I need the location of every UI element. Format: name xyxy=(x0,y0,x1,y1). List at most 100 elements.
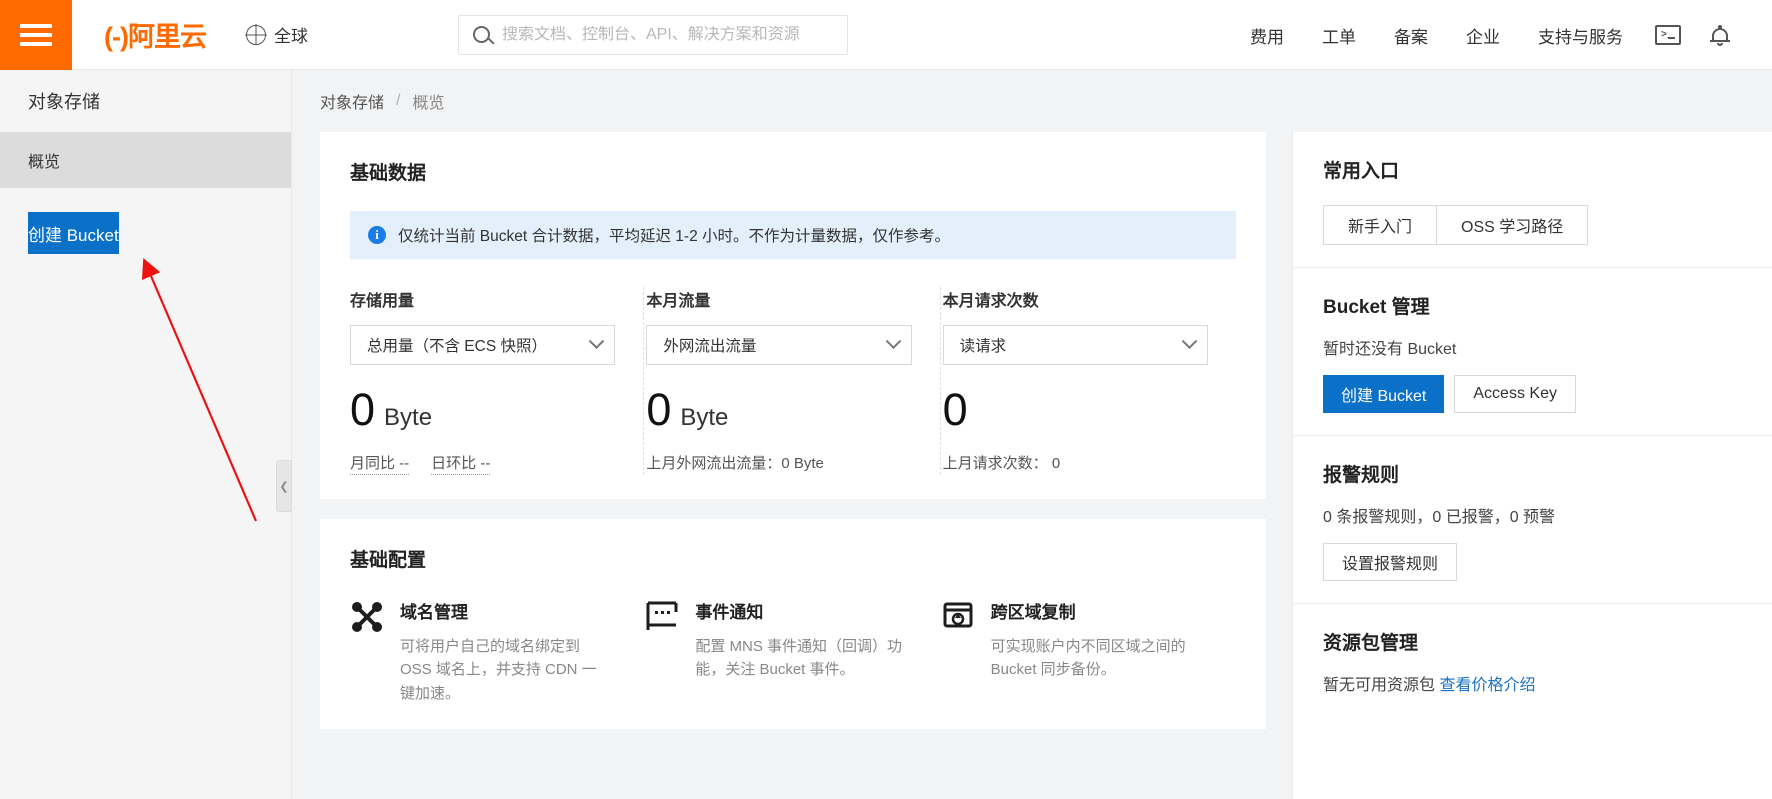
feature-desc: 配置 MNS 事件通知（回调）功能，关注 Bucket 事件。 xyxy=(695,638,902,679)
breadcrumb: 对象存储 / 概览 xyxy=(292,70,1772,132)
basic-config-title: 基础配置 xyxy=(350,550,427,571)
feature-title: 跨区域复制 xyxy=(990,603,1076,622)
alarm-rules-title: 报警规则 xyxy=(1323,465,1400,486)
stat-footnote-mom: 月同比 -- xyxy=(350,452,410,475)
event-notification-icon xyxy=(645,600,679,634)
feature-event-notification[interactable]: 事件通知 配置 MNS 事件通知（回调）功能，关注 Bucket 事件。 xyxy=(645,598,940,705)
resource-package-title: 资源包管理 xyxy=(1323,633,1419,654)
stat-number: 0 xyxy=(942,384,968,435)
breadcrumb-item-root[interactable]: 对象存储 xyxy=(320,89,384,113)
hamburger-menu-icon xyxy=(20,19,52,51)
chevron-down-icon xyxy=(885,332,901,349)
breadcrumb-item-current: 概览 xyxy=(412,95,445,112)
alarm-rules-buttons: 设置报警规则 xyxy=(1323,543,1742,581)
header-nav: 费用 工单 备案 企业 支持与服务 >_ xyxy=(1231,0,1772,70)
stats-row: 存储用量 总用量（不含 ECS 快照） 0 Byte 月同比 -- 日环比 --… xyxy=(350,287,1236,475)
stat-value-group: 0 Byte xyxy=(350,387,615,432)
resource-package-section: 资源包管理 暂无可用资源包 查看价格介绍 xyxy=(1293,604,1772,733)
stat-label: 存储用量 xyxy=(350,293,415,310)
common-entries-buttons: 新手入门 OSS 学习路径 xyxy=(1323,205,1742,245)
access-key-button[interactable]: Access Key xyxy=(1454,375,1576,413)
search-icon xyxy=(472,26,490,43)
feature-cross-region-replication[interactable]: 跨区域复制 可实现账户内不同区域之间的 Bucket 同步备份。 xyxy=(941,598,1236,705)
globe-icon xyxy=(245,24,266,45)
main-content: 对象存储 / 概览 基础数据 i 仅统计当前 Bucket 合计数据，平均延迟 … xyxy=(292,70,1772,799)
bucket-manage-buttons: 创建 Bucket Access Key xyxy=(1323,375,1742,413)
feature-row: 域名管理 可将用户自己的域名绑定到 OSS 域名上，并支持 CDN 一键加速。 xyxy=(350,598,1236,705)
region-label: 全球 xyxy=(273,27,308,46)
select-value: 读请求 xyxy=(959,338,1007,355)
nav-item-icp[interactable]: 备案 xyxy=(1375,23,1447,48)
stat-footnotes: 上月外网流出流量：0 Byte xyxy=(646,452,911,473)
stat-footnotes: 上月请求次数： 0 xyxy=(943,452,1208,473)
nav-item-enterprise[interactable]: 企业 xyxy=(1447,23,1519,48)
view-pricing-link[interactable]: 查看价格介绍 xyxy=(1439,677,1535,694)
domain-nodes-icon xyxy=(350,600,384,634)
oss-learning-path-button[interactable]: OSS 学习路径 xyxy=(1436,205,1589,245)
select-value: 总用量（不含 ECS 快照） xyxy=(367,338,547,355)
stat-label: 本月流量 xyxy=(646,293,711,310)
info-alert-banner: i 仅统计当前 Bucket 合计数据，平均延迟 1-2 小时。不作为计量数据，… xyxy=(350,211,1236,259)
basic-config-card: 基础配置 域名管理 可将用户自己的域名绑定到 OSS 域名上，并支持 CDN 一… xyxy=(320,519,1266,729)
sidebar-item-overview[interactable]: 概览 xyxy=(0,132,291,188)
feature-domain-management[interactable]: 域名管理 可将用户自己的域名绑定到 OSS 域名上，并支持 CDN 一键加速。 xyxy=(350,598,645,705)
feature-desc: 可将用户自己的域名绑定到 OSS 域名上，并支持 CDN 一键加速。 xyxy=(400,638,597,702)
stat-unit: Byte xyxy=(384,404,433,431)
stat-monthly-traffic: 本月流量 外网流出流量 0 Byte 上月外网流出流量：0 Byte xyxy=(644,287,941,475)
notification-button[interactable] xyxy=(1694,0,1746,70)
left-sidebar: 对象存储 概览 创建 Bucket ❮ xyxy=(0,70,292,799)
right-panel: 常用入口 新手入门 OSS 学习路径 Bucket 管理 暂时还没有 Bucke… xyxy=(1292,132,1772,799)
create-bucket-button-sidebar[interactable]: 创建 Bucket xyxy=(28,212,119,254)
stat-footnote-last-month: 上月请求次数： 0 xyxy=(942,455,1061,472)
chevron-down-icon xyxy=(589,332,605,349)
stat-number: 0 xyxy=(350,384,376,435)
alarm-rules-section: 报警规则 0 条报警规则，0 已报警，0 预警 设置报警规则 xyxy=(1293,436,1772,604)
search-input[interactable] xyxy=(501,25,833,44)
top-header: (-)阿里云 全球 费用 工单 备案 企业 支持与服务 >_ xyxy=(0,0,1772,70)
sidebar-collapse-handle[interactable]: ❮ xyxy=(276,460,292,512)
bucket-empty-text: 暂时还没有 Bucket xyxy=(1323,341,1457,358)
content-row: 基础数据 i 仅统计当前 Bucket 合计数据，平均延迟 1-2 小时。不作为… xyxy=(292,132,1772,799)
region-selector[interactable]: 全球 xyxy=(245,22,308,47)
cross-region-replication-icon xyxy=(941,600,975,634)
info-icon: i xyxy=(368,226,386,244)
nav-item-tickets[interactable]: 工单 xyxy=(1303,23,1375,48)
chevron-left-icon: ❮ xyxy=(279,480,289,493)
hamburger-menu-button[interactable] xyxy=(0,0,72,70)
terminal-console-button[interactable]: >_ xyxy=(1642,0,1694,70)
alarm-rules-summary: 0 条报警规则，0 已报警，0 预警 xyxy=(1323,509,1556,526)
common-entries-title: 常用入口 xyxy=(1323,161,1400,182)
feature-desc: 可实现账户内不同区域之间的 Bucket 同步备份。 xyxy=(990,638,1186,679)
traffic-type-select[interactable]: 外网流出流量 xyxy=(646,325,912,365)
terminal-console-icon: >_ xyxy=(1655,25,1681,45)
basic-data-title: 基础数据 xyxy=(350,163,427,184)
resource-package-text: 暂无可用资源包 查看价格介绍 xyxy=(1323,671,1742,695)
set-alarm-rules-button[interactable]: 设置报警规则 xyxy=(1323,543,1458,581)
basic-data-card: 基础数据 i 仅统计当前 Bucket 合计数据，平均延迟 1-2 小时。不作为… xyxy=(320,132,1266,499)
content-main-column: 基础数据 i 仅统计当前 Bucket 合计数据，平均延迟 1-2 小时。不作为… xyxy=(292,132,1292,799)
stat-footnote-dod: 日环比 -- xyxy=(431,452,491,475)
stat-storage-usage: 存储用量 总用量（不含 ECS 快照） 0 Byte 月同比 -- 日环比 -- xyxy=(350,287,645,475)
request-type-select[interactable]: 读请求 xyxy=(942,325,1208,365)
stat-unit: Byte xyxy=(680,404,729,431)
sidebar-item-label: 概览 xyxy=(28,154,61,171)
page-body: 对象存储 概览 创建 Bucket ❮ 对象存储 / 概览 基础数据 i 仅统计… xyxy=(0,70,1772,799)
stat-value-group: 0 Byte xyxy=(646,387,911,432)
feature-title: 事件通知 xyxy=(695,603,764,622)
beginner-guide-button[interactable]: 新手入门 xyxy=(1323,205,1438,245)
create-bucket-button-panel[interactable]: 创建 Bucket xyxy=(1323,375,1445,413)
stat-monthly-requests: 本月请求次数 读请求 0 上月请求次数： 0 xyxy=(941,287,1236,475)
nav-item-fees[interactable]: 费用 xyxy=(1231,23,1303,48)
common-entries-section: 常用入口 新手入门 OSS 学习路径 xyxy=(1293,132,1772,268)
feature-title: 域名管理 xyxy=(400,603,468,622)
global-search-box[interactable] xyxy=(457,14,848,55)
aliyun-logo[interactable]: (-)阿里云 xyxy=(104,15,207,54)
storage-usage-select[interactable]: 总用量（不含 ECS 快照） xyxy=(350,325,616,365)
info-alert-text: 仅统计当前 Bucket 合计数据，平均延迟 1-2 小时。不作为计量数据，仅作… xyxy=(398,228,951,245)
bucket-manage-section: Bucket 管理 暂时还没有 Bucket 创建 Bucket Access … xyxy=(1293,268,1772,436)
notification-bell-icon xyxy=(1710,24,1730,46)
stat-footnotes: 月同比 -- 日环比 -- xyxy=(350,452,615,475)
sidebar-title: 对象存储 xyxy=(28,92,100,112)
nav-item-support[interactable]: 支持与服务 xyxy=(1519,23,1642,48)
stat-number: 0 xyxy=(646,384,672,435)
